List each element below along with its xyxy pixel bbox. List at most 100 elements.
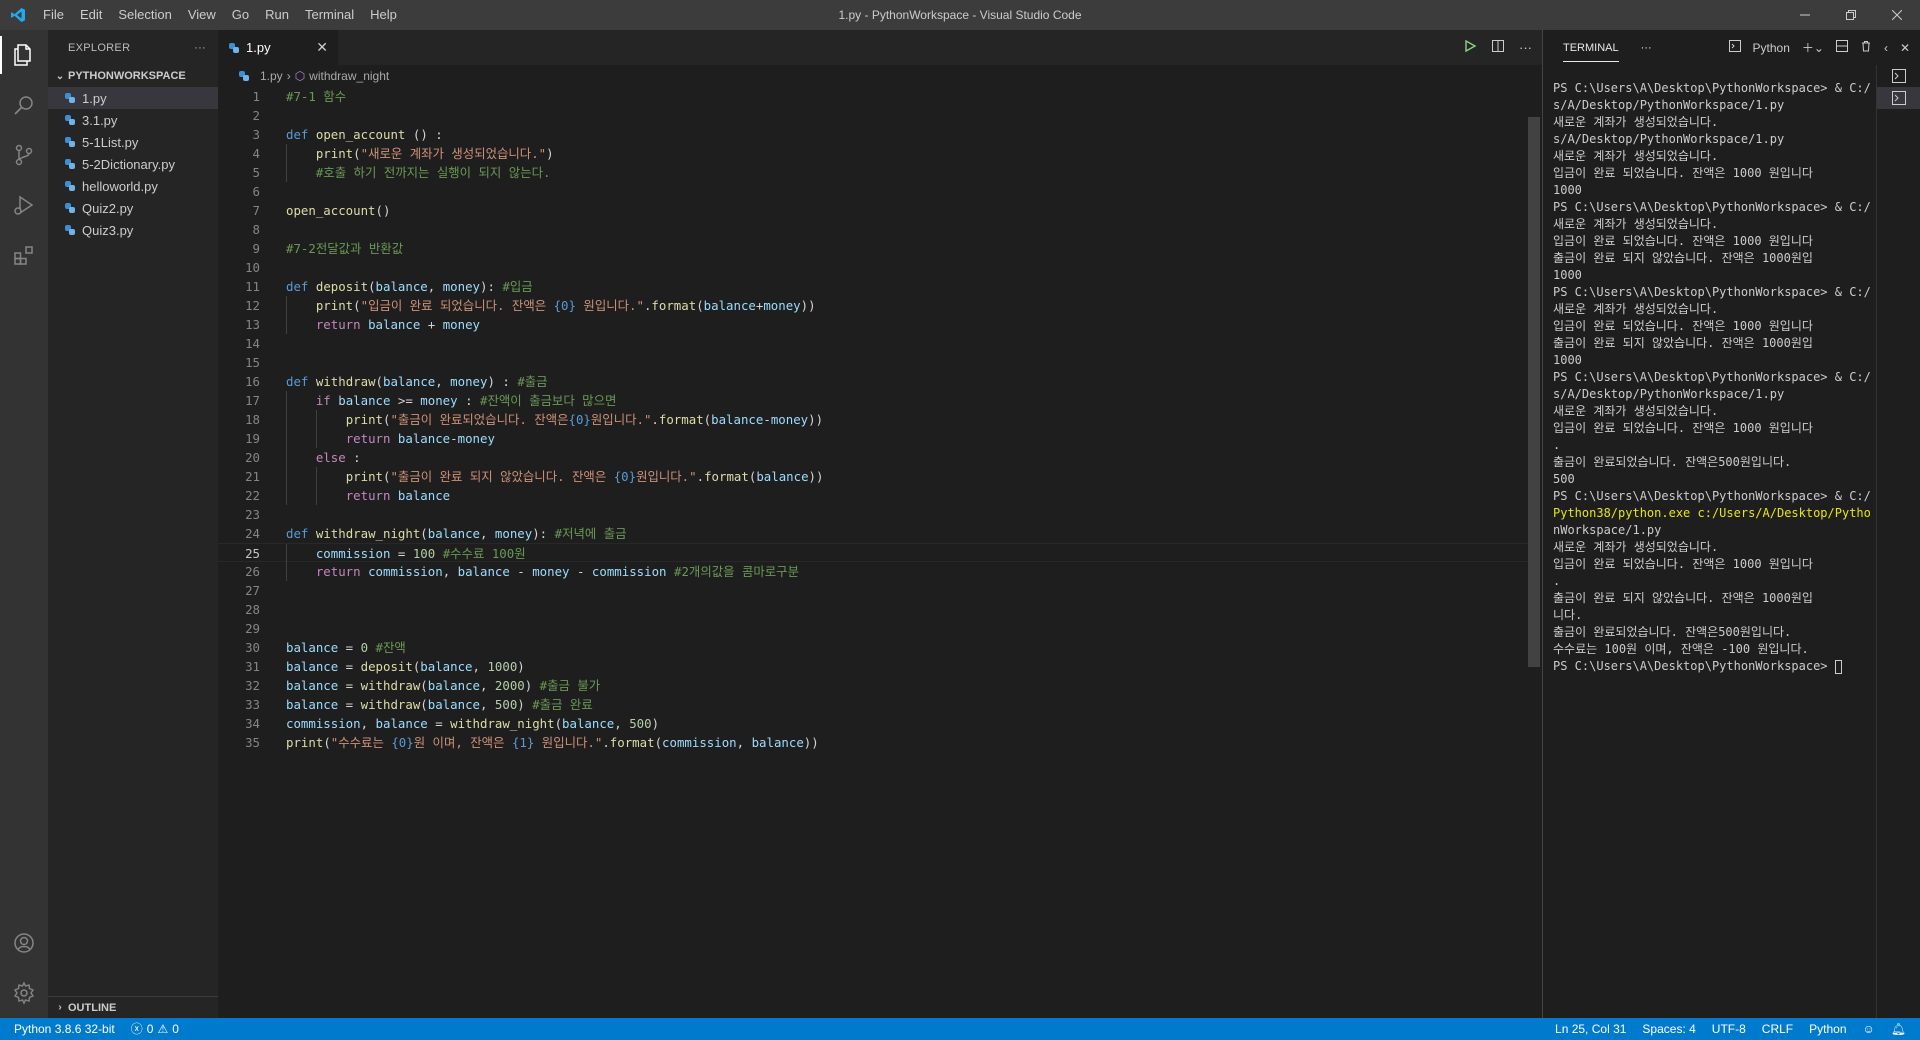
code-line: 34 commission, balance = withdraw_night(b… [245, 716, 660, 731]
menu-terminal[interactable]: Terminal [297, 0, 362, 30]
explorer-header: EXPLORER ··· [48, 30, 218, 65]
menu-run[interactable]: Run [257, 0, 297, 30]
code-line: 28 [245, 602, 260, 617]
python-interpreter[interactable]: Python 3.8.6 32-bit [0, 1018, 123, 1040]
file-name: helloworld.py [82, 178, 158, 194]
file-item[interactable]: Quiz2.py [48, 197, 218, 219]
menu-selection[interactable]: Selection [110, 0, 179, 30]
file-name: 5-2Dictionary.py [82, 156, 175, 172]
terminal-line: PS C:\Users\A\Desktop\PythonWorkspace> &… [1553, 285, 1871, 299]
window-controls [1782, 0, 1920, 30]
editor-area: 1.py ✕ ··· 1.py › ⬡ withdraw_night 1 #7-1… [218, 30, 1542, 1018]
indentation[interactable]: Spaces: 4 [1634, 1018, 1703, 1040]
workspace-folder[interactable]: ⌄ PYTHONWORKSPACE [48, 65, 218, 87]
code-line: 5 #호출 하기 전까지는 실행이 되지 않는다. [252, 163, 551, 182]
gear-icon[interactable] [0, 968, 48, 1018]
editor-tab[interactable]: 1.py ✕ [218, 30, 338, 65]
code-line: 2 [252, 108, 260, 123]
terminal-line: 입금이 완료 되었습니다. 잔액은 1000 원입니다 [1553, 234, 1813, 248]
close-window-button[interactable] [1874, 0, 1920, 30]
source-control-icon[interactable] [0, 130, 48, 180]
breadcrumb-file[interactable]: 1.py [260, 69, 283, 83]
workspace-folder-label: PYTHONWORKSPACE [68, 70, 186, 82]
terminal-line: s/A/Desktop/PythonWorkspace/1.py [1553, 98, 1785, 112]
file-item[interactable]: 3.1.py [48, 109, 218, 131]
terminal-line: s/A/Desktop/PythonWorkspace/1.py [1553, 132, 1785, 146]
more-actions-icon[interactable]: ··· [194, 42, 206, 54]
chevron-left-icon[interactable]: ‹ [1884, 41, 1888, 55]
more-actions-icon[interactable]: ··· [1519, 40, 1532, 55]
terminal-line: 입금이 완료 되었습니다. 잔액은 1000 원입니다 [1553, 557, 1813, 571]
close-icon[interactable]: ✕ [1900, 41, 1910, 55]
chevron-right-icon: › [58, 1002, 62, 1013]
language-mode[interactable]: Python [1801, 1018, 1854, 1040]
file-name: Quiz2.py [82, 200, 134, 216]
code-line: 1 #7-1 함수 [252, 89, 347, 104]
tab-label: 1.py [246, 40, 271, 55]
split-terminal-icon[interactable] [1835, 40, 1848, 55]
restore-button[interactable] [1828, 0, 1874, 30]
encoding[interactable]: UTF-8 [1704, 1018, 1754, 1040]
code-line: 31 balance = deposit(balance, 1000) [245, 659, 525, 674]
tab-terminal[interactable]: TERMINAL [1563, 34, 1619, 62]
terminal-line: PS C:\Users\A\Desktop\PythonWorkspace> &… [1553, 489, 1871, 503]
run-debug-icon[interactable] [0, 180, 48, 230]
code-line: 13 return balance + money [245, 315, 480, 334]
terminal-line: s/A/Desktop/PythonWorkspace/1.py [1553, 387, 1785, 401]
outline-section[interactable]: › OUTLINE [48, 996, 218, 1018]
terminal-line: 니다. [1553, 608, 1583, 622]
close-icon[interactable]: ✕ [316, 39, 328, 56]
file-item[interactable]: helloworld.py [48, 175, 218, 197]
terminal-line: 수수료는 100원 이며, 잔액은 -100 원입니다. [1553, 642, 1809, 656]
file-item[interactable]: Quiz3.py [48, 219, 218, 241]
file-item[interactable]: 5-1List.py [48, 131, 218, 153]
menu-edit[interactable]: Edit [72, 0, 110, 30]
terminal-shell-icon [1728, 40, 1741, 55]
file-item[interactable]: 5-2Dictionary.py [48, 153, 218, 175]
new-terminal-icon[interactable]: ＋⌄ [1802, 39, 1824, 56]
terminal-line: 출금이 완료되었습니다. 잔액은500원입니다. [1553, 625, 1792, 639]
scrollbar-thumb[interactable] [1528, 117, 1540, 667]
explorer-icon[interactable] [0, 30, 48, 80]
terminal-line: 500 [1553, 472, 1575, 486]
file-name: 3.1.py [82, 112, 118, 128]
run-file-icon[interactable] [1463, 39, 1477, 56]
split-editor-icon[interactable] [1491, 39, 1505, 56]
error-count: 0 [146, 1022, 154, 1036]
python-file-icon [228, 42, 240, 54]
menu-file[interactable]: File [35, 0, 72, 30]
terminal-prompt[interactable]: PS C:\Users\A\Desktop\PythonWorkspace> [1553, 658, 1878, 675]
accounts-icon[interactable] [0, 918, 48, 968]
activity-bar [0, 30, 48, 1018]
code-line: 32 balance = withdraw(balance, 2000) #출금 … [245, 678, 601, 693]
python-file-icon [64, 136, 76, 148]
menu-go[interactable]: Go [224, 0, 257, 30]
minimize-button[interactable] [1782, 0, 1828, 30]
bell-icon[interactable]: 🔔︎ [1883, 1018, 1920, 1040]
code-line: 14 [245, 336, 260, 351]
code-line: 10 [245, 260, 260, 275]
extensions-icon[interactable] [0, 230, 48, 280]
line-ending[interactable]: CRLF [1754, 1018, 1801, 1040]
terminal-instance-icon[interactable] [1877, 65, 1920, 87]
file-item[interactable]: 1.py [48, 87, 218, 109]
trash-icon[interactable] [1860, 40, 1872, 55]
chevron-right-icon: › [286, 69, 291, 83]
python-file-icon [238, 70, 250, 82]
code-area[interactable]: 1 #7-1 함수 2 3 def open_account () : 4 prin… [218, 87, 1528, 752]
code-line: 17 if balance >= money : #잔액이 출금보다 많으면 [245, 391, 617, 410]
terminal-line: 입금이 완료 되었습니다. 잔액은 1000 원입니다 [1553, 166, 1813, 180]
editor-scrollbar[interactable] [1528, 87, 1542, 1017]
breadcrumb-symbol[interactable]: withdraw_night [309, 69, 389, 83]
menu-view[interactable]: View [180, 0, 224, 30]
feedback-icon[interactable]: ☺ [1855, 1018, 1883, 1040]
terminal-shell-label[interactable]: Python [1753, 41, 1790, 55]
more-actions-icon[interactable]: ··· [1641, 42, 1652, 54]
menu-help[interactable]: Help [362, 0, 405, 30]
cursor-position[interactable]: Ln 25, Col 31 [1547, 1018, 1634, 1040]
terminal-instance-icon[interactable] [1877, 87, 1920, 109]
terminal-output[interactable]: PS C:\Users\A\Desktop\PythonWorkspace> &… [1553, 80, 1878, 675]
search-icon[interactable] [0, 80, 48, 130]
code-line: 29 [245, 621, 260, 636]
problems-indicator[interactable]: ⓧ 0 ⚠ 0 [123, 1018, 187, 1040]
